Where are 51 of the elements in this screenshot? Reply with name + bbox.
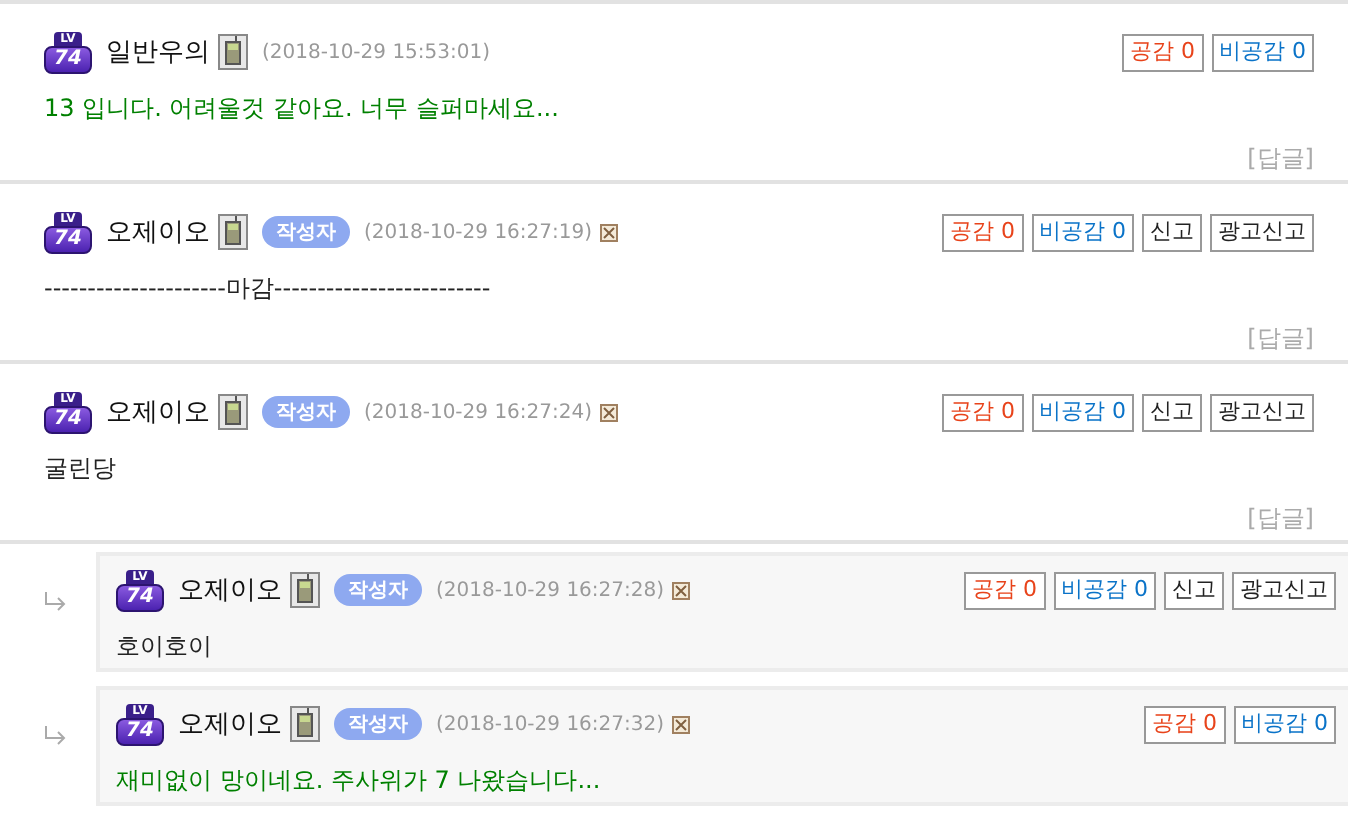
disagree-button[interactable]: 비공감 0 — [1053, 571, 1156, 609]
report-button[interactable]: 신고 — [1142, 393, 1202, 431]
author-name: 일반우의 — [106, 36, 210, 70]
comment-text: 재미없이 망이네요. 주사위가 7 나왔습니다... — [116, 764, 603, 798]
report-button[interactable]: 신고 — [1164, 571, 1224, 609]
author-name: 오제이오 — [106, 216, 210, 250]
author-name: 오제이오 — [178, 708, 282, 742]
author-name: 오제이오 — [106, 396, 210, 430]
disagree-button[interactable]: 비공감 0 — [1031, 393, 1134, 431]
agree-button[interactable]: 공감 0 — [1144, 705, 1225, 743]
author-name: 오제이오 — [178, 574, 282, 608]
comment-text: 13 입니다. 어려울것 같아요. 너무 슬퍼마세요... — [44, 92, 561, 126]
author-badge: 작성자 — [262, 216, 350, 248]
comment-time: (2018-10-29 16:27:32) — [436, 713, 665, 735]
author-badge: 작성자 — [262, 396, 350, 428]
level-number: 74 — [44, 406, 92, 434]
phone-icon — [290, 572, 320, 608]
report-button[interactable]: 광고신고 — [1210, 213, 1314, 251]
phone-icon — [218, 34, 248, 70]
delete-icon[interactable] — [672, 715, 691, 733]
disagree-button[interactable]: 비공감 0 — [1233, 705, 1336, 743]
agree-button[interactable]: 공감 0 — [1122, 33, 1203, 71]
delete-icon[interactable] — [600, 403, 619, 421]
comment-text: 호이호이 — [116, 630, 214, 664]
report-button[interactable]: 광고신고 — [1210, 393, 1314, 431]
report-button[interactable]: 신고 — [1142, 213, 1202, 251]
reply-arrow-icon — [44, 592, 68, 612]
phone-icon — [218, 214, 248, 250]
level-number: 74 — [44, 46, 92, 74]
level-number: 74 — [116, 718, 164, 746]
delete-icon[interactable] — [672, 581, 691, 599]
comment-time: (2018-10-29 16:27:28) — [436, 579, 665, 601]
agree-button[interactable]: 공감 0 — [964, 571, 1045, 609]
author-badge: 작성자 — [334, 574, 422, 606]
reply-arrow-icon — [44, 726, 68, 746]
level-number: 74 — [44, 226, 92, 254]
disagree-button[interactable]: 비공감 0 — [1031, 213, 1134, 251]
agree-button[interactable]: 공감 0 — [942, 393, 1023, 431]
comment-text: 굴린당 — [44, 452, 118, 486]
comment-text: ---------------------마감------------------------- — [44, 272, 493, 306]
report-button[interactable]: 광고신고 — [1232, 571, 1336, 609]
author-badge: 작성자 — [334, 708, 422, 740]
phone-icon — [290, 706, 320, 742]
phone-icon — [218, 394, 248, 430]
comment-time: (2018-10-29 15:53:01) — [262, 41, 491, 63]
delete-icon[interactable] — [600, 223, 619, 241]
disagree-button[interactable]: 비공감 0 — [1211, 33, 1314, 71]
agree-button[interactable]: 공감 0 — [942, 213, 1023, 251]
comment-time: (2018-10-29 16:27:19) — [364, 221, 593, 243]
level-number: 74 — [116, 584, 164, 612]
comment-time: (2018-10-29 16:27:24) — [364, 401, 593, 423]
